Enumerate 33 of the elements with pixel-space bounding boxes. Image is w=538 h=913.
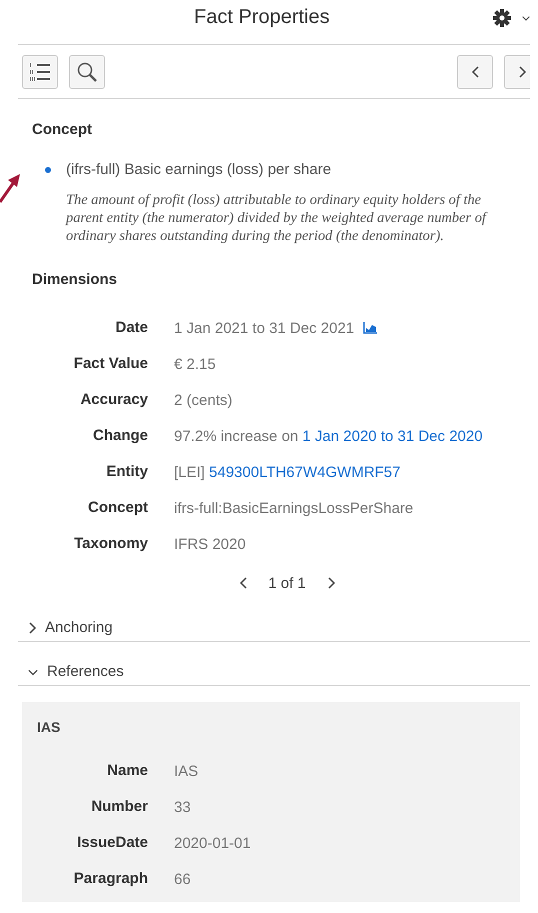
field-value: 2 (cents) <box>174 392 232 408</box>
field-label: Name <box>106 761 148 781</box>
field-label: Paragraph <box>72 869 148 889</box>
reference-title: IAS <box>37 719 62 735</box>
field-label: IssueDate <box>76 833 148 853</box>
field-value: IAS <box>174 762 198 780</box>
field-value: [LEI] 549300LTH67W4GWMRF57 <box>174 464 400 480</box>
field-label: Entity <box>105 462 148 482</box>
field-value: 33 <box>174 798 191 816</box>
page-indicator: 1 of 1 <box>268 574 306 592</box>
field-value: 66 <box>174 870 191 888</box>
field-label: Concept <box>87 498 148 518</box>
field-label: Taxonomy <box>73 534 148 554</box>
section-toggle[interactable]: Anchoring <box>18 598 530 642</box>
field-value: 97.2% increase on 1 Jan 2020 to 31 Dec 2020 <box>174 428 483 444</box>
field-label: Change <box>92 426 148 446</box>
field-value: 2020-01-01 <box>174 834 251 852</box>
field-value: ifrs-full:BasicEarningsLossPerShare <box>174 500 414 516</box>
concept-name: (ifrs-full) Basic earnings (loss) per share <box>66 161 332 178</box>
field-value: 1 Jan 2021 to 31 Dec 2021 <box>174 320 354 336</box>
section-heading: Dimensions <box>32 271 118 288</box>
field-label: Fact Value <box>72 354 148 374</box>
field-label: Accuracy <box>79 390 148 410</box>
concept-description: The amount of profit (loss) attributable to ordinary equity holders of the parent entity (the numerator) divided by the weighted average number of ordinary shares outstanding during the period (the denominator). <box>66 191 488 245</box>
section-heading: Concept <box>32 121 93 138</box>
field-label: Number <box>90 797 148 817</box>
field-value: € 2.15 <box>174 356 216 372</box>
section-toggle[interactable]: References <box>18 642 530 686</box>
value-link[interactable]: 1 Jan 2020 to 31 Dec 2020 <box>302 428 483 444</box>
field-label: Date <box>114 318 148 338</box>
field-value: IFRS 2020 <box>174 536 246 552</box>
panel-title: Fact Properties <box>194 6 330 30</box>
value-link[interactable]: 549300LTH67W4GWMRF57 <box>209 464 400 480</box>
